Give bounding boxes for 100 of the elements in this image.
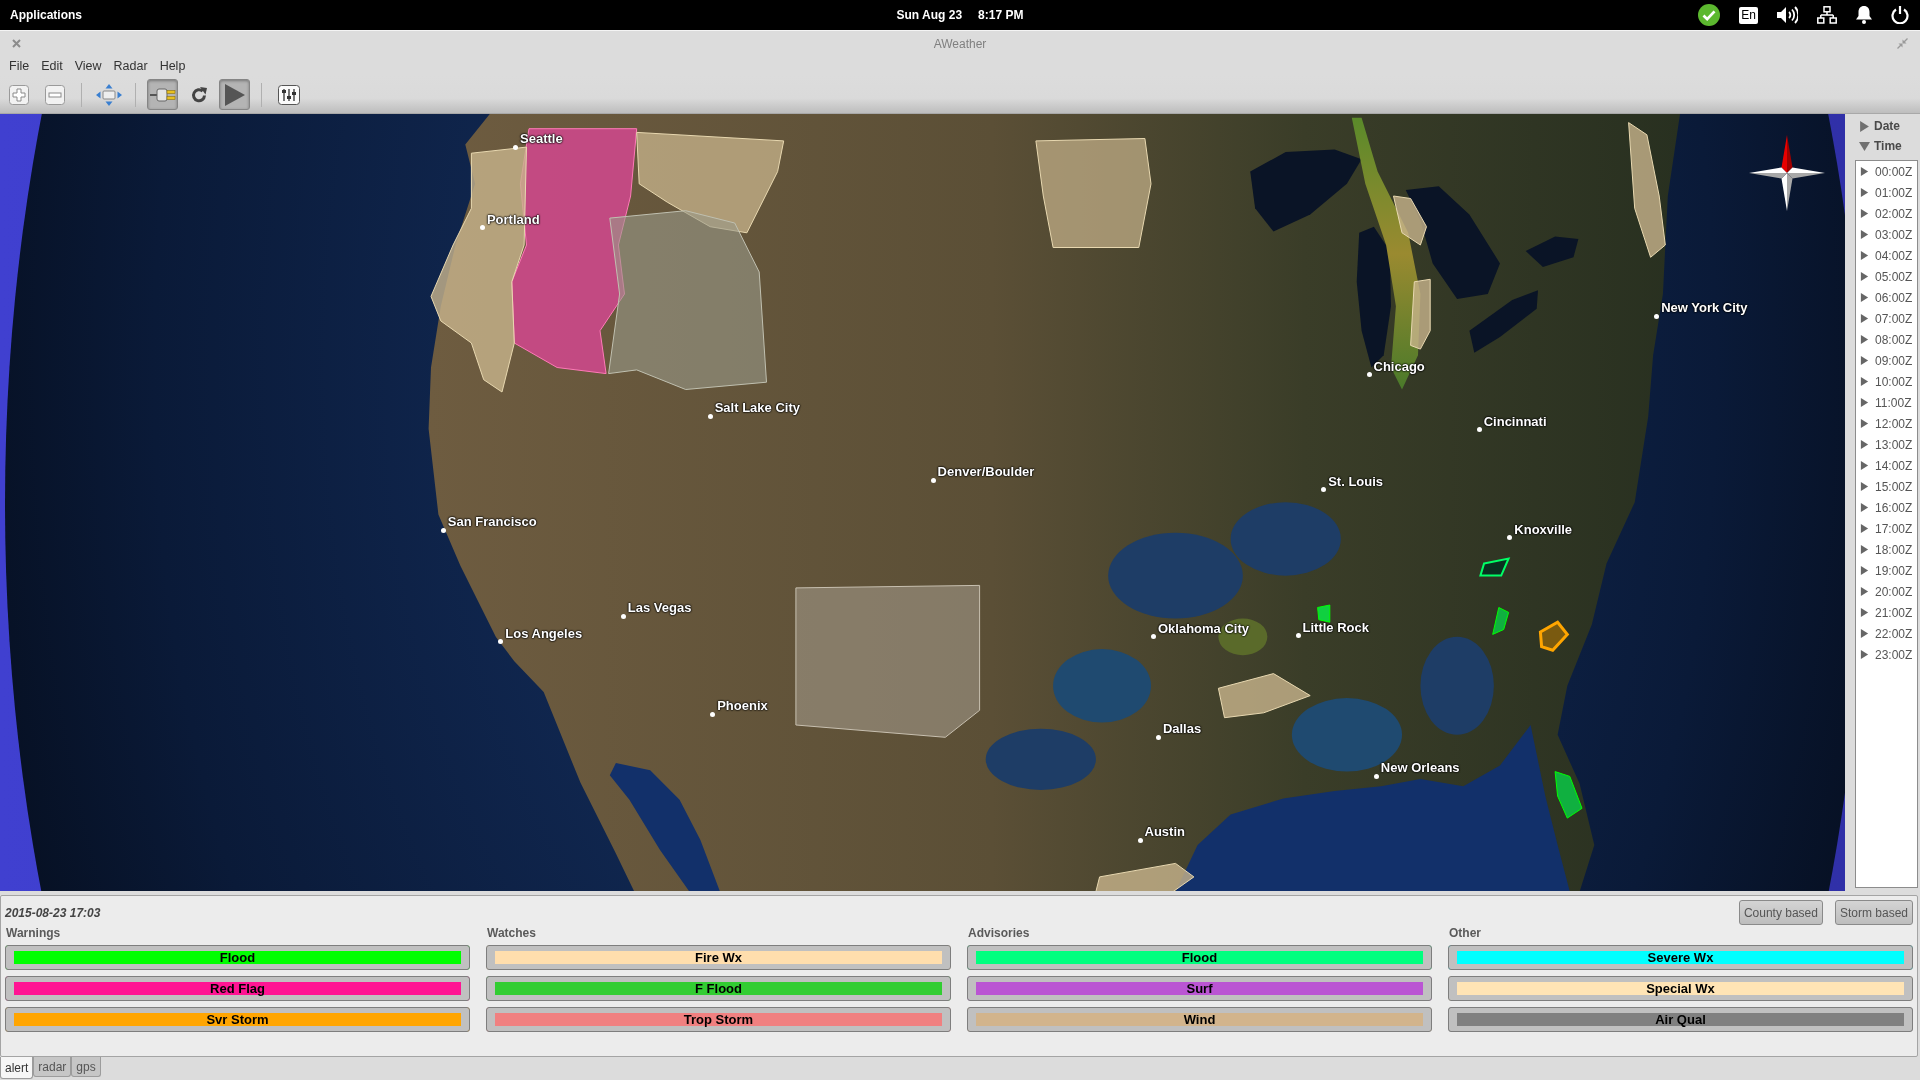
alert-button[interactable]: Flood (967, 945, 1432, 970)
menu-item[interactable]: Help (153, 59, 192, 73)
group-title: Other (1448, 926, 1482, 940)
city-marker-icon (479, 225, 485, 231)
speaker-icon[interactable] (1777, 6, 1798, 24)
city-marker-icon (513, 144, 518, 150)
time-item[interactable]: 07:00Z (1856, 308, 1913, 329)
time-item[interactable]: 15:00Z (1856, 476, 1913, 497)
group-title: Warnings (5, 926, 62, 940)
section-toggle[interactable]: Date (1845, 116, 1920, 136)
city-label: Denver/Boulder (937, 463, 1035, 481)
city-label: Salt Lake City (714, 399, 800, 417)
keyboard-layout-indicator[interactable]: En (1739, 6, 1758, 24)
section-toggle[interactable]: Time (1845, 136, 1920, 156)
time-item[interactable]: 11:00Z (1856, 392, 1912, 413)
timestamp: 2015-08-23 17:03 (5, 905, 101, 920)
time-item[interactable]: 01:00Z (1856, 182, 1913, 203)
time-item[interactable]: 18:00Z (1856, 539, 1913, 560)
compass-icon (1749, 135, 1825, 211)
time-item[interactable]: 20:00Z (1856, 581, 1913, 602)
alert-button[interactable]: F Flood (486, 976, 951, 1001)
alert-button[interactable]: Special Wx (1448, 976, 1913, 1001)
alert-area[interactable] (1554, 771, 1583, 819)
city-label: Dallas (1162, 720, 1202, 738)
mode-button[interactable]: Storm based (1834, 900, 1913, 925)
city-label: Las Vegas (627, 599, 692, 616)
menu-item[interactable]: Edit (35, 59, 69, 73)
time-item[interactable]: 16:00Z (1856, 497, 1913, 518)
tab[interactable]: alert (0, 1057, 34, 1079)
alert-button[interactable]: Fire Wx (486, 945, 951, 970)
alert-button[interactable]: Svr Storm (5, 1007, 470, 1032)
time-item[interactable]: 03:00Z (1856, 224, 1913, 245)
alert-button[interactable]: Severe Wx (1448, 945, 1913, 970)
alert-area[interactable] (1492, 607, 1510, 635)
city-marker-icon (707, 413, 713, 419)
plus-icon (8, 84, 29, 105)
city-marker-icon (1151, 634, 1156, 640)
city-marker-icon (1476, 427, 1482, 433)
city-label: Los Angeles (505, 624, 583, 642)
check-badge-icon[interactable] (1698, 4, 1721, 26)
play-icon (224, 83, 245, 106)
time-item[interactable]: 09:00Z (1856, 350, 1913, 371)
alert-area[interactable] (1095, 862, 1195, 891)
time-item[interactable]: 14:00Z (1856, 455, 1913, 476)
city-label: Little Rock (1302, 618, 1369, 636)
sliders-icon (277, 84, 300, 105)
alert-button[interactable]: Surf (967, 976, 1432, 1001)
group-title: Watches (486, 926, 537, 940)
time-item[interactable]: 17:00Z (1856, 518, 1913, 539)
city-marker-icon (710, 711, 716, 717)
alert-area[interactable] (1410, 278, 1431, 350)
alert-area[interactable] (1538, 620, 1570, 653)
city-label: New York City (1661, 299, 1748, 316)
clock[interactable]: Sun Aug 23 8:17 PM (896, 8, 1024, 22)
time-item[interactable]: 19:00Z (1856, 560, 1913, 581)
city-marker-icon (1155, 734, 1161, 740)
alert-area[interactable] (1217, 673, 1311, 719)
alert-button[interactable]: Red Flag (5, 976, 470, 1001)
alert-area[interactable] (1393, 195, 1427, 246)
alert-button[interactable]: Wind (967, 1007, 1432, 1032)
city-marker-icon (620, 613, 626, 619)
time-item[interactable]: 06:00Z (1856, 287, 1913, 308)
tab[interactable]: radar (33, 1057, 72, 1077)
applications-menu[interactable]: Applications (10, 8, 82, 22)
alert-area[interactable] (1035, 138, 1152, 248)
time-item[interactable]: 22:00Z (1856, 623, 1913, 644)
city-marker-icon (1654, 313, 1660, 319)
power-icon[interactable] (1891, 6, 1909, 24)
bell-icon[interactable] (1856, 6, 1872, 24)
time-item[interactable]: 13:00Z (1856, 434, 1913, 455)
alert-button[interactable]: Air Qual (1448, 1007, 1913, 1032)
time-item[interactable]: 10:00Z (1856, 371, 1913, 392)
time-item[interactable]: 21:00Z (1856, 602, 1913, 623)
time-item[interactable]: 12:00Z (1856, 413, 1913, 434)
time-item[interactable]: 05:00Z (1856, 266, 1913, 287)
mode-button[interactable]: County based (1738, 900, 1823, 925)
play-button[interactable] (219, 79, 250, 110)
menu-item[interactable]: Radar (107, 59, 154, 73)
menu-item[interactable]: View (68, 59, 108, 73)
city-marker-icon (930, 477, 936, 483)
tab[interactable]: gps (71, 1057, 101, 1077)
city-marker-icon (440, 527, 446, 533)
alert-area[interactable] (1628, 122, 1666, 258)
refresh-icon (189, 85, 208, 104)
city-label: Seattle (520, 130, 563, 148)
time-item[interactable]: 02:00Z (1856, 203, 1913, 224)
city-label: New Orleans (1380, 759, 1460, 777)
time-item[interactable]: 08:00Z (1856, 329, 1913, 350)
time-item[interactable]: 00:00Z (1856, 161, 1913, 182)
network-icon[interactable] (1817, 6, 1837, 24)
alert-button[interactable]: Flood (5, 945, 470, 970)
alert-area[interactable] (1317, 604, 1331, 623)
city-marker-icon (1321, 487, 1327, 493)
city-label: San Francisco (447, 513, 537, 531)
alert-button[interactable]: Trop Storm (486, 1007, 951, 1032)
time-item[interactable]: 04:00Z (1856, 245, 1913, 266)
connect-button[interactable] (147, 79, 178, 110)
menu-item[interactable]: File (3, 59, 36, 73)
time-item[interactable]: 23:00Z (1856, 644, 1913, 665)
city-marker-icon (1366, 372, 1372, 378)
